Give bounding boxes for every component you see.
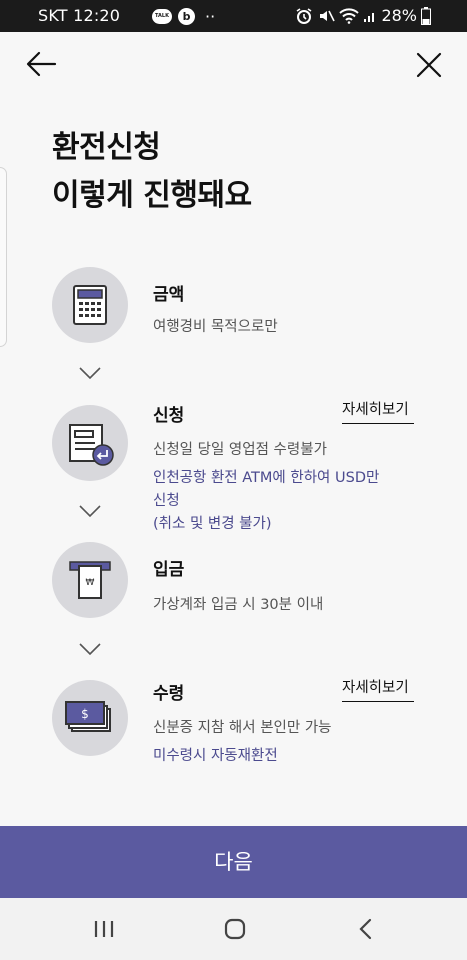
more-notifications-icon: ·· <box>205 6 216 26</box>
talk-icon: TALK <box>152 9 172 24</box>
step-deposit-icon-circle: ₩ <box>52 542 128 618</box>
step-apply-note-line-1: 인천공항 환전 ATM에 한하여 USD만 <box>153 470 380 486</box>
close-icon <box>416 52 442 78</box>
battery-percent: 28% <box>381 6 417 25</box>
alarm-icon <box>296 7 312 24</box>
close-button[interactable] <box>410 46 448 84</box>
step-deposit-title: 입금 <box>153 560 185 580</box>
notification-icons: TALK b ·· <box>152 8 215 25</box>
page-title: 환전신청 이렇게 진행돼요 <box>52 124 252 220</box>
apply-detail-link[interactable]: 자세히보기 <box>342 398 414 424</box>
back-button[interactable] <box>22 46 60 84</box>
chevron-down-icon <box>79 643 101 656</box>
mute-icon <box>320 10 336 21</box>
wifi-icon <box>339 7 360 24</box>
step-apply-desc: 신청일 당일 영업점 수령불가 <box>153 442 327 458</box>
dollar-bills-icon: $ <box>65 701 111 732</box>
application-form-icon <box>69 424 114 466</box>
receive-detail-link[interactable]: 자세히보기 <box>342 676 414 702</box>
step-amount-desc: 여행경비 목적으로만 <box>153 319 278 335</box>
carrier-time: SKT 12:20 <box>38 6 121 25</box>
step-apply-note-line-2: 신청 <box>153 493 180 509</box>
svg-text:$: $ <box>81 707 89 721</box>
back-nav-button[interactable] <box>350 914 382 944</box>
chevron-down-icon <box>79 367 101 380</box>
battery-icon <box>421 6 431 25</box>
svg-text:₩: ₩ <box>86 578 95 588</box>
step-deposit-desc: 가상계좌 입금 시 30분 이내 <box>153 597 324 613</box>
recent-apps-icon <box>94 921 114 937</box>
step-receive-title: 수령 <box>153 684 185 704</box>
step-amount-title: 금액 <box>153 285 185 305</box>
side-panel-handle[interactable] <box>0 167 7 347</box>
title-line-2: 이렇게 진행돼요 <box>52 178 252 213</box>
arrow-left-icon <box>26 51 57 77</box>
step-amount-icon-circle <box>52 267 128 343</box>
step-apply-icon-circle <box>52 405 128 481</box>
back-nav-icon <box>359 918 372 940</box>
home-icon <box>224 918 246 940</box>
won-deposit-icon: ₩ <box>69 561 111 599</box>
system-status: 28% <box>295 6 431 25</box>
step-receive-icon-circle: $ <box>52 680 128 756</box>
step-receive-desc: 신분증 지참 해서 본인만 가능 <box>153 720 332 736</box>
step-apply-title: 신청 <box>153 406 185 426</box>
title-line-1: 환전신청 <box>52 130 161 165</box>
step-receive-note: 미수령시 자동재환전 <box>153 748 278 764</box>
next-button[interactable]: 다음 <box>0 826 467 898</box>
system-nav-bar <box>0 898 467 960</box>
chevron-down-icon <box>79 505 101 518</box>
recent-apps-button[interactable] <box>88 914 120 944</box>
signal-icon <box>364 12 375 22</box>
status-bar: SKT 12:20 TALK b ·· 28% <box>0 0 467 32</box>
calculator-icon <box>73 285 107 325</box>
b-icon: b <box>178 8 195 25</box>
home-button[interactable] <box>219 914 251 944</box>
step-apply-note-line-3: (취소 및 변경 불가) <box>153 516 272 532</box>
